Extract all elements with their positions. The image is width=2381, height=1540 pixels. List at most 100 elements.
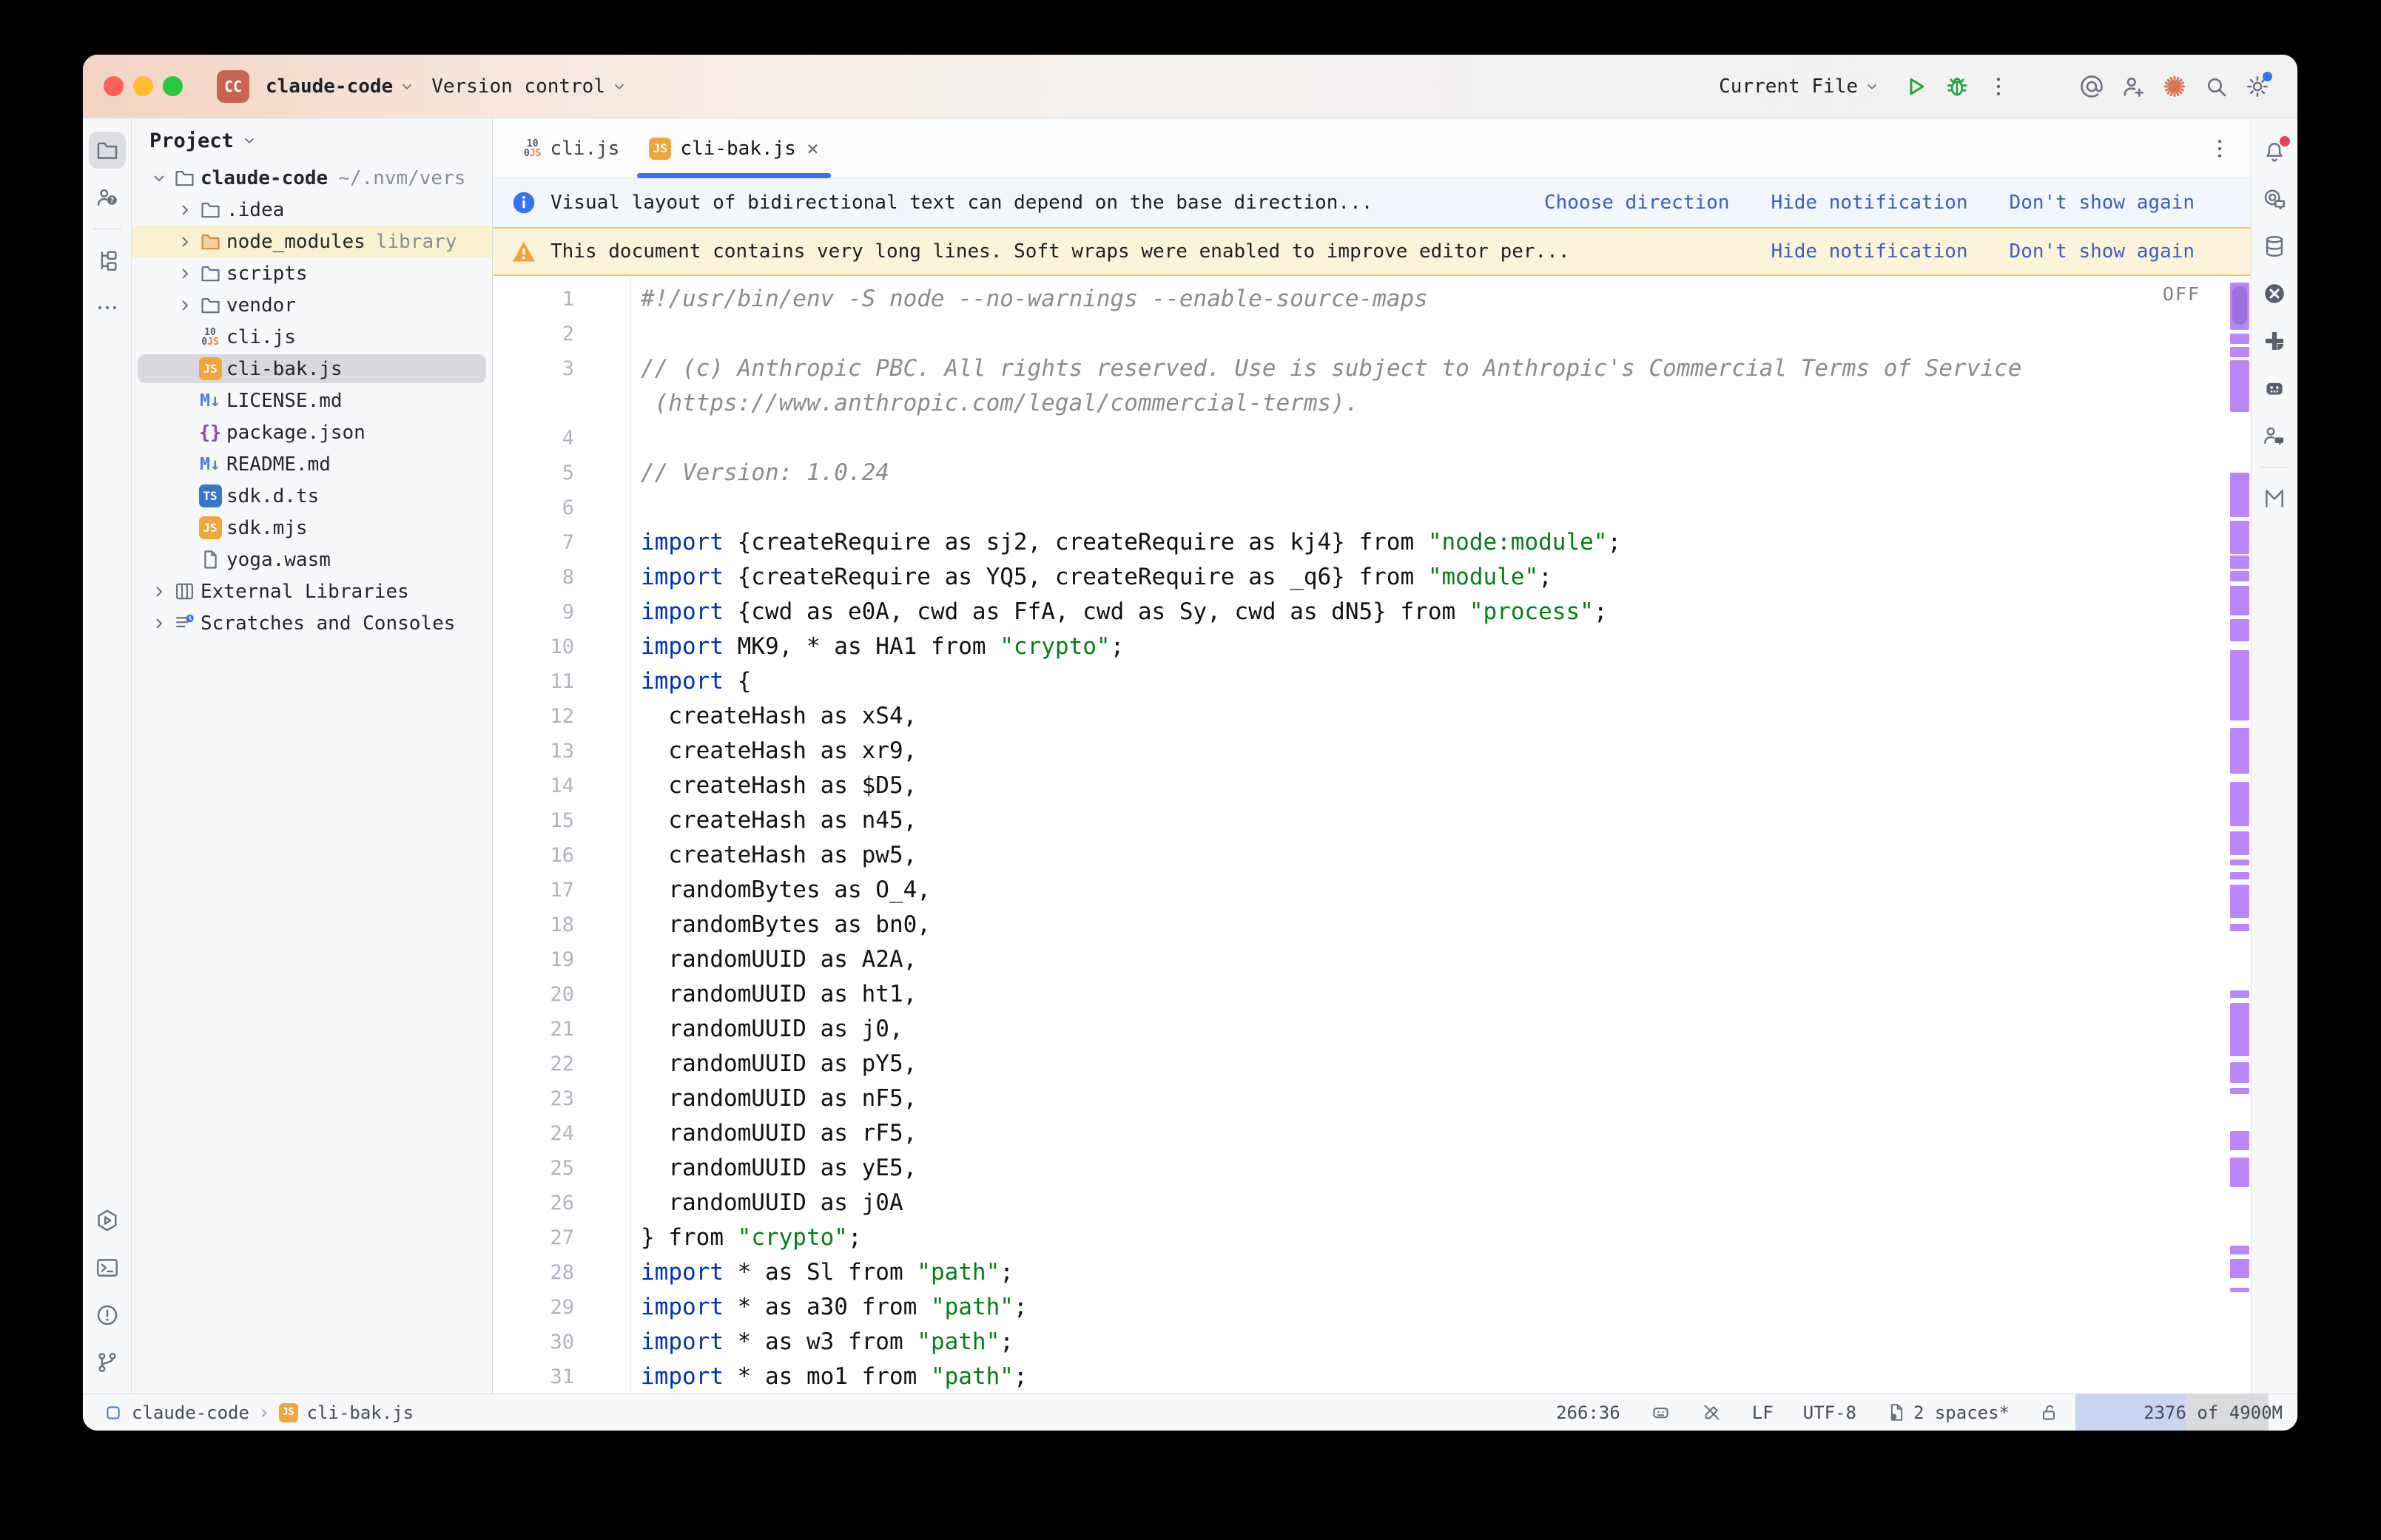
debug-button[interactable] [1936, 66, 1978, 107]
chevron-right-icon[interactable] [148, 615, 170, 632]
breadcrumb-file[interactable]: cli-bak.js [307, 1402, 414, 1423]
scrollbar-thumb[interactable] [2232, 286, 2247, 325]
code-line-16[interactable]: 16 createHash as pw5, [493, 838, 2251, 873]
tree-item-scripts[interactable]: scripts [132, 257, 492, 289]
code-line-18[interactable]: 18 randomBytes as bn0, [493, 908, 2251, 942]
settings-button[interactable] [2237, 66, 2278, 107]
project-panel-header[interactable]: Project [132, 119, 492, 162]
tree-item-external-libraries[interactable]: External Libraries [132, 575, 492, 607]
editor-tab-cli-bak-js[interactable]: JScli-bak.js× [634, 119, 833, 178]
code-line-wrap[interactable]: (https://www.anthropic.com/legal/commerc… [493, 386, 2251, 421]
code-line-31[interactable]: 31import * as mo1 from "path"; [493, 1360, 2251, 1394]
file-writable[interactable] [2024, 1394, 2075, 1431]
code-line-23[interactable]: 23 randomUUID as nF5, [493, 1081, 2251, 1116]
editor-tab-cli-js[interactable]: 100JScli.js [509, 119, 634, 178]
chevron-right-icon[interactable] [148, 583, 170, 601]
tree-item-vendor[interactable]: vendor [132, 289, 492, 321]
code-line-22[interactable]: 22 randomUUID as pY5, [493, 1047, 2251, 1081]
code-line-12[interactable]: 12 createHash as xS4, [493, 699, 2251, 734]
chevron-right-icon[interactable] [174, 233, 196, 251]
code-line-29[interactable]: 29import * as a30 from "path"; [493, 1290, 2251, 1325]
toolwindow-notifications-button[interactable] [2256, 133, 2293, 170]
code-line-13[interactable]: 13 createHash as xr9, [493, 734, 2251, 769]
code-line-7[interactable]: 7import {createRequire as sj2, createReq… [493, 525, 2251, 560]
code-line-19[interactable]: 19 randomUUID as A2A, [493, 942, 2251, 977]
tree-item-package-json[interactable]: {}package.json [132, 416, 492, 448]
code-line-21[interactable]: 21 randomUUID as j0, [493, 1012, 2251, 1047]
code-editor[interactable]: 1#!/usr/bin/env -S node --no-warnings --… [493, 276, 2251, 1394]
close-tab-icon[interactable]: × [806, 136, 819, 161]
code-line-8[interactable]: 8import {createRequire as YQ5, createReq… [493, 560, 2251, 595]
tree-item-sdk-mjs[interactable]: JSsdk.mjs [132, 512, 492, 544]
toolwindow-m-tool-window-button[interactable] [2256, 480, 2293, 517]
run-button[interactable] [1895, 66, 1936, 107]
close-window-button[interactable] [104, 76, 124, 96]
toolwindow-services-button[interactable] [89, 1202, 126, 1239]
memory-indicator[interactable]: 2376 of 4900M [2075, 1394, 2297, 1431]
more-options-icon[interactable] [1978, 66, 2019, 107]
toolwindow-plugin-x-circle-button[interactable] [2256, 275, 2293, 312]
code-line-26[interactable]: 26 randomUUID as j0A [493, 1186, 2251, 1220]
at-mention-icon[interactable] [2071, 66, 2112, 107]
banner-link-choose-direction[interactable]: Choose direction [1544, 192, 1729, 214]
tree-item-cli-js[interactable]: 100JScli.js [132, 321, 492, 353]
toolwindow-project-button[interactable] [89, 132, 126, 169]
toolwindow-more-tool-windows-button[interactable] [89, 289, 126, 326]
caret-position[interactable]: 266:36 [1541, 1394, 1635, 1431]
vcs-widget[interactable]: Version control [431, 75, 627, 98]
banner-link-don-t-show-again[interactable]: Don't show again [2010, 192, 2195, 214]
toolwindow-terminal-button[interactable] [89, 1249, 126, 1286]
code-line-2[interactable]: 2 [493, 317, 2251, 351]
tab-options-button[interactable] [2199, 128, 2240, 169]
code-line-17[interactable]: 17 randomBytes as O_4, [493, 873, 2251, 908]
tree-item--idea[interactable]: .idea [132, 194, 492, 226]
toolwindow-database-button[interactable] [2256, 228, 2293, 265]
code-line-4[interactable]: 4 [493, 421, 2251, 456]
code-line-11[interactable]: 11import { [493, 664, 2251, 699]
search-everywhere-icon[interactable] [2195, 66, 2237, 107]
toolwindow-ai-assistant-button[interactable] [2256, 180, 2293, 217]
project-widget[interactable]: claude-code [266, 75, 415, 98]
tree-item-sdk-d-ts[interactable]: TSsdk.d.ts [132, 480, 492, 512]
minimize-window-button[interactable] [133, 76, 153, 96]
code-line-30[interactable]: 30import * as w3 from "path"; [493, 1325, 2251, 1360]
code-line-9[interactable]: 9import {cwd as e0A, cwd as FfA, cwd as … [493, 595, 2251, 629]
tree-item-claude-code[interactable]: claude-code~/.nvm/vers [132, 162, 492, 194]
file-encoding[interactable]: UTF-8 [1788, 1394, 1871, 1431]
code-line-3[interactable]: 3// (c) Anthropic PBC. All rights reserv… [493, 351, 2251, 386]
banner-link-hide-notification[interactable]: Hide notification [1771, 192, 1967, 214]
tree-item-cli-bak-js[interactable]: JScli-bak.js [132, 353, 492, 385]
code-line-15[interactable]: 15 createHash as n45, [493, 803, 2251, 838]
banner-link-don-t-show-again[interactable]: Don't show again [2010, 240, 2195, 263]
toolwindow-pull-requests-button[interactable]: ? [89, 179, 126, 216]
chevron-right-icon[interactable] [174, 297, 196, 314]
banner-link-hide-notification[interactable]: Hide notification [1771, 240, 1967, 263]
code-line-24[interactable]: 24 randomUUID as rF5, [493, 1116, 2251, 1151]
add-user-icon[interactable] [2112, 66, 2154, 107]
indent-style[interactable]: 2 spaces* [1871, 1394, 2024, 1431]
chevron-right-icon[interactable] [174, 265, 196, 283]
copilot-status[interactable] [1635, 1394, 1686, 1431]
editor-scrollbar[interactable] [2229, 276, 2251, 1394]
code-line-20[interactable]: 20 randomUUID as ht1, [493, 977, 2251, 1012]
toolwindow-copilot-button[interactable] [2256, 370, 2293, 407]
run-configuration-selector[interactable]: Current File [1719, 75, 1880, 98]
tree-item-node-modules[interactable]: node_moduleslibrary [132, 226, 492, 257]
code-line-5[interactable]: 5// Version: 1.0.24 [493, 456, 2251, 490]
code-line-14[interactable]: 14 createHash as $D5, [493, 769, 2251, 803]
code-line-10[interactable]: 10import MK9, * as HA1 from "crypto"; [493, 629, 2251, 664]
code-line-27[interactable]: 27} from "crypto"; [493, 1220, 2251, 1255]
code-line-25[interactable]: 25 randomUUID as yE5, [493, 1151, 2251, 1186]
breadcrumb-project[interactable]: claude-code [132, 1402, 249, 1423]
code-line-6[interactable]: 6 [493, 490, 2251, 525]
chevron-right-icon[interactable] [174, 201, 196, 219]
highlighting-status[interactable] [1686, 1394, 1737, 1431]
line-separator[interactable]: LF [1737, 1394, 1788, 1431]
code-line-1[interactable]: 1#!/usr/bin/env -S node --no-warnings --… [493, 282, 2251, 317]
toolwindow-version-control-button[interactable] [89, 1344, 126, 1381]
toolwindow-problems-button[interactable] [89, 1297, 126, 1334]
tree-item-scratches-and-consoles[interactable]: Scratches and Consoles [132, 607, 492, 639]
zoom-window-button[interactable] [163, 76, 183, 96]
tree-item-readme-md[interactable]: M↓README.md [132, 448, 492, 480]
toolwindow-structure-button[interactable] [89, 242, 126, 279]
